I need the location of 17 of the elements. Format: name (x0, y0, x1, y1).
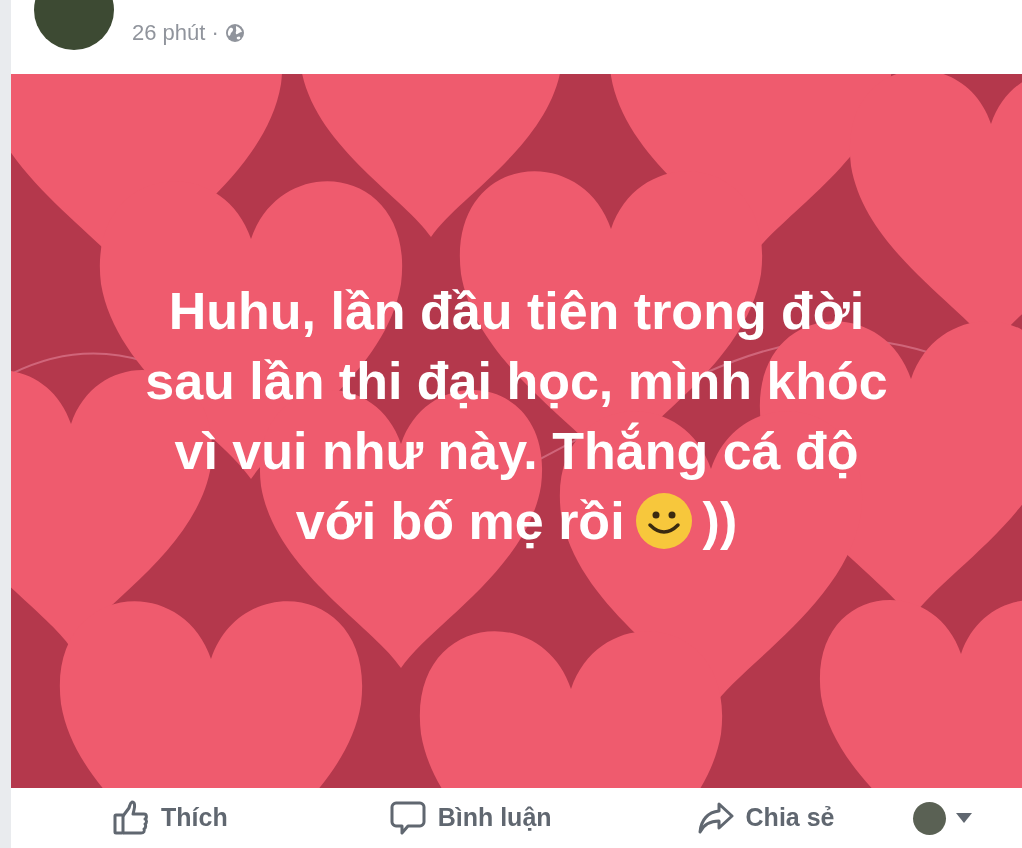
globe-icon (224, 22, 245, 43)
speech-bubble-icon (389, 800, 426, 836)
thumbs-up-icon (113, 800, 149, 836)
caret-icon[interactable] (956, 813, 972, 823)
post-text-suffix: )) (702, 491, 738, 552)
share-arrow-icon (697, 800, 734, 836)
post-time[interactable]: 26 phút (132, 16, 206, 49)
post-text-line: Huhu, lần đầu tiên trong đời (168, 281, 865, 342)
post-text-line: sau lần thi đại học, mình khóc (145, 351, 888, 412)
avatar[interactable] (913, 801, 946, 835)
separator: · (211, 19, 219, 47)
action-button[interactable]: Chia sẻ (691, 799, 841, 837)
post-text-line: vì vui như này. Thắng cá độ (174, 421, 859, 482)
smiley-icon (634, 492, 693, 550)
action-button[interactable]: Thích (107, 799, 234, 837)
post-text-line: với bố mẹ rồi (295, 491, 625, 552)
action-button[interactable]: Bình luận (383, 799, 558, 837)
